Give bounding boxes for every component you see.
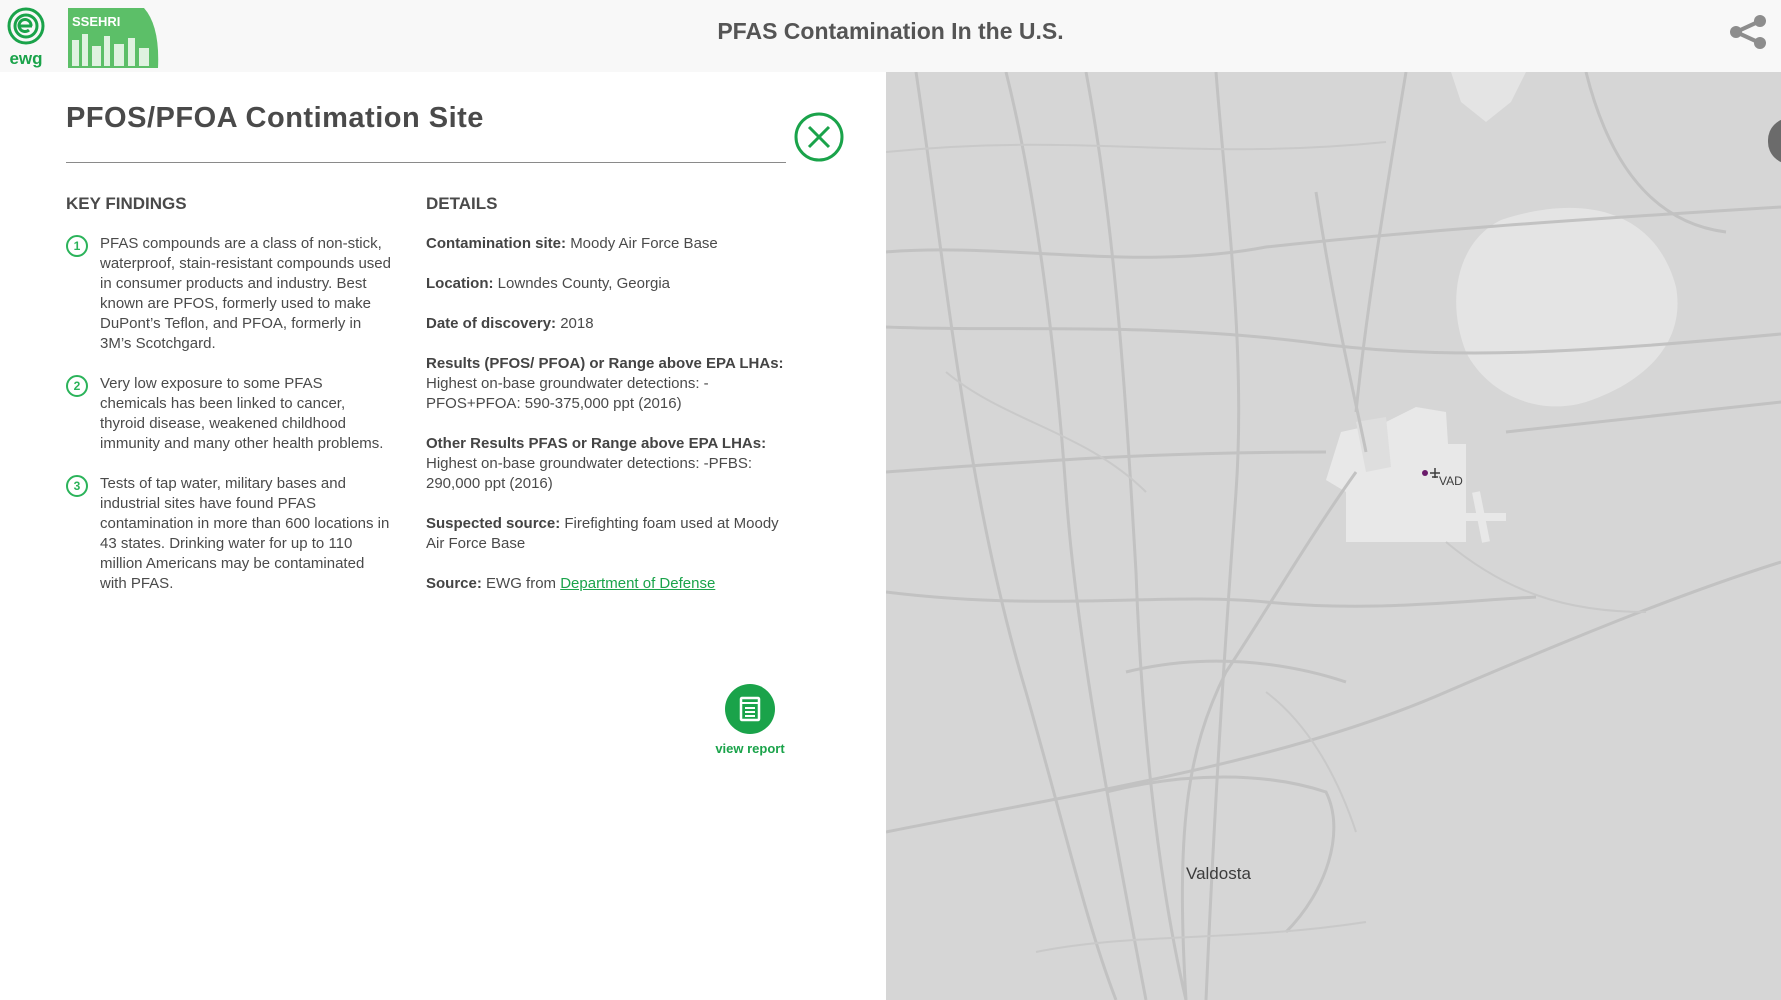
detail-value: Lowndes County, Georgia xyxy=(497,275,670,292)
finding-item: 3 Tests of tap water, military bases and… xyxy=(66,474,391,594)
detail-value: Moody Air Force Base xyxy=(570,235,718,252)
lake xyxy=(1456,207,1678,407)
close-icon[interactable] xyxy=(794,112,844,162)
share-icon[interactable] xyxy=(1728,14,1768,50)
detail-value: Highest on-base groundwater detections: … xyxy=(426,455,753,492)
detail-source: Source: EWG from Department of Defense xyxy=(426,574,796,594)
roads xyxy=(886,72,1781,1000)
detail-value: 2018 xyxy=(560,315,594,332)
detail-label: Source: xyxy=(426,575,482,592)
details-list: Contamination site: Moody Air Force Base… xyxy=(426,234,796,614)
detail-value: EWG from xyxy=(486,575,557,592)
details-heading: DETAILS xyxy=(426,194,498,213)
ewg-logo-text: ewg xyxy=(9,49,42,68)
airport-label: VAD xyxy=(1439,474,1463,488)
detail-label: Location: xyxy=(426,275,494,292)
finding-number-badge: 3 xyxy=(66,475,88,497)
lake xyxy=(1451,72,1526,122)
finding-text: PFAS compounds are a class of non-stick,… xyxy=(100,235,391,352)
detail-contamination-site: Contamination site: Moody Air Force Base xyxy=(426,234,796,254)
city-label: Valdosta xyxy=(1186,864,1251,883)
runway-marker xyxy=(1461,491,1506,543)
detail-suspected-source: Suspected source: Firefighting foam used… xyxy=(426,514,796,554)
finding-item: 1 PFAS compounds are a class of non-stic… xyxy=(66,234,391,354)
detail-label: Other Results PFAS or Range above EPA LH… xyxy=(426,435,767,452)
detail-date-of-discovery: Date of discovery: 2018 xyxy=(426,314,796,334)
view-report-button[interactable] xyxy=(725,684,775,734)
site-detail-panel: PFOS/PFOA Contimation Site KEY FINDINGS … xyxy=(0,72,886,1000)
detail-label: Contamination site: xyxy=(426,235,567,252)
detail-label: Suspected source: xyxy=(426,515,561,532)
key-findings-heading: KEY FINDINGS xyxy=(66,194,187,213)
finding-number-badge: 2 xyxy=(66,375,88,397)
app-title: PFAS Contamination In the U.S. xyxy=(717,18,1064,44)
detail-results: Results (PFOS/ PFOA) or Range above EPA … xyxy=(426,354,796,414)
detail-label: Date of discovery: xyxy=(426,315,557,332)
key-findings-list: 1 PFAS compounds are a class of non-stic… xyxy=(66,234,391,614)
app-header: ewg SSEHRI PFAS Contamination In the U.S… xyxy=(0,0,1781,72)
detail-value: Highest on-base groundwater detections: … xyxy=(426,375,709,412)
detail-location: Location: Lowndes County, Georgia xyxy=(426,274,796,294)
map-base xyxy=(886,72,1781,1000)
detail-other-results: Other Results PFAS or Range above EPA LH… xyxy=(426,434,796,494)
document-icon xyxy=(739,696,761,722)
finding-text: Tests of tap water, military bases and i… xyxy=(100,475,390,592)
title-divider xyxy=(66,162,786,163)
department-of-defense-link[interactable]: Department of Defense xyxy=(560,575,715,592)
site-title: PFOS/PFOA Contimation Site xyxy=(66,102,484,134)
detail-label: Results (PFOS/ PFOA) or Range above EPA … xyxy=(426,355,784,372)
view-report-label[interactable]: view report xyxy=(700,741,800,756)
finding-text: Very low exposure to some PFAS chemicals… xyxy=(100,375,384,452)
map-view[interactable]: VAD Valdosta xyxy=(886,72,1781,1000)
finding-item: 2 Very low exposure to some PFAS chemica… xyxy=(66,374,391,454)
finding-number-badge: 1 xyxy=(66,235,88,257)
